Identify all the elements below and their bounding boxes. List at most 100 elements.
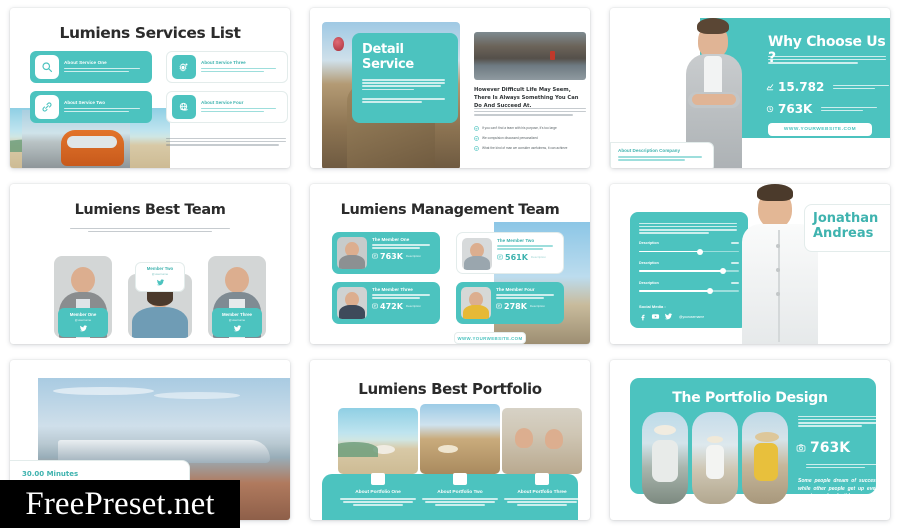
skill-label: Description bbox=[639, 240, 659, 245]
website-button[interactable]: WWW.YOURWEBSITE.COM bbox=[454, 332, 526, 344]
globe-icon bbox=[172, 95, 196, 119]
social-media-label: Social Media : bbox=[639, 304, 666, 310]
check-circle-icon bbox=[474, 136, 479, 141]
portfolio-item-two[interactable]: About Portfolio Two bbox=[420, 404, 500, 508]
portfolio-title: About Portfolio Three bbox=[517, 490, 567, 495]
slide-best-portfolio[interactable]: Lumiens Best Portfolio About Portfolio O… bbox=[310, 360, 590, 520]
lake-photo bbox=[474, 32, 586, 80]
profile-name-line2: Andreas bbox=[813, 225, 874, 241]
slide-cell-5: Lumiens Management Team The Member One 7… bbox=[300, 176, 600, 352]
website-button[interactable]: WWW.YOURWEBSITE.COM bbox=[768, 123, 872, 136]
gear-icon bbox=[172, 55, 196, 79]
avatar bbox=[461, 287, 491, 319]
slide-portfolio-design[interactable]: The Portfolio Design 763K Some people dr… bbox=[610, 360, 890, 520]
id-card-icon bbox=[497, 254, 503, 260]
service-card-three[interactable]: About Service Three bbox=[166, 51, 288, 83]
member-value: 561K bbox=[505, 252, 528, 262]
design-paragraph bbox=[798, 414, 880, 428]
slide-best-team[interactable]: Lumiens Best Team Member One @username M… bbox=[10, 184, 290, 344]
team-subtitle bbox=[70, 226, 230, 234]
check-circle-icon bbox=[474, 126, 479, 131]
stat-row-two: 763K bbox=[766, 102, 878, 116]
detail-bullet-list: If you can't find a team with his purpos… bbox=[474, 126, 588, 151]
panel-title: Detail Service bbox=[362, 42, 414, 72]
detail-paragraph bbox=[474, 106, 586, 117]
member-caption: Description bbox=[529, 304, 545, 309]
twitter-icon[interactable] bbox=[139, 278, 181, 287]
list-item[interactable]: We compulsion discussed personalized bbox=[474, 136, 588, 141]
watermark: FreePreset.net bbox=[0, 480, 240, 528]
design-stat-value: 763K bbox=[810, 440, 851, 456]
member-name: The Member One bbox=[372, 237, 410, 242]
team-member-one[interactable]: Member One @username bbox=[54, 256, 112, 338]
name-card: Jonathan Andreas bbox=[804, 204, 890, 252]
avatar bbox=[337, 287, 367, 319]
management-card-four[interactable]: The Member Four 278K Description bbox=[456, 282, 564, 324]
slide-why-choose-us[interactable]: Why Choose Us ? 15.782 bbox=[610, 8, 890, 168]
link-icon bbox=[35, 95, 59, 119]
skill-slider-one[interactable]: Description bbox=[639, 241, 739, 255]
slider-thumb[interactable] bbox=[707, 288, 713, 295]
management-card-two[interactable]: The Member Two 561K Description bbox=[456, 232, 564, 274]
twitter-icon[interactable] bbox=[215, 324, 259, 333]
youtube-icon[interactable] bbox=[651, 312, 660, 321]
balloon-icon bbox=[333, 36, 345, 51]
slide-services-list[interactable]: Lumiens Services List About Service One bbox=[10, 8, 290, 168]
camera-icon bbox=[796, 443, 806, 453]
service-card-title: About Service Four bbox=[201, 100, 244, 106]
red-tent-icon bbox=[550, 51, 556, 61]
list-item-label: We compulsion discussed personalized bbox=[482, 135, 538, 140]
notch bbox=[535, 473, 549, 485]
id-card-icon bbox=[496, 303, 502, 309]
list-item[interactable]: What the kind of man we consider usefuln… bbox=[474, 146, 588, 151]
member-value: 278K bbox=[504, 301, 527, 311]
member-name: The Member Four bbox=[496, 287, 535, 292]
slide-cell-1: Lumiens Services List About Service One bbox=[0, 0, 300, 176]
skill-slider-two[interactable]: Description bbox=[639, 261, 739, 275]
service-card-four[interactable]: About Service Four bbox=[166, 91, 288, 123]
stat-value: 763K bbox=[778, 102, 813, 116]
service-card-title: About Service Three bbox=[201, 60, 246, 66]
page-title: Lumiens Best Team bbox=[74, 202, 226, 218]
list-item[interactable]: If you can't find a team with his purpos… bbox=[474, 126, 588, 131]
member-name: Member One bbox=[69, 312, 97, 317]
member-badge: Member One @username bbox=[58, 308, 108, 337]
design-stat-row: 763K bbox=[796, 440, 850, 456]
id-card-icon bbox=[372, 253, 378, 259]
slide-profile[interactable]: Description Description Description Soci… bbox=[610, 184, 890, 344]
team-member-two[interactable]: Member Two @username bbox=[128, 262, 192, 338]
skill-label: Description bbox=[639, 280, 659, 285]
team-member-three[interactable]: Member Three @username bbox=[208, 256, 266, 338]
member-name: The Member Three bbox=[372, 287, 413, 292]
page-title: The Portfolio Design bbox=[672, 390, 828, 406]
member-handle: @username bbox=[74, 318, 92, 322]
management-card-three[interactable]: The Member Three 472K Description bbox=[332, 282, 440, 324]
management-card-one[interactable]: The Member One 763K Description bbox=[332, 232, 440, 274]
card-title: About Description Company bbox=[618, 148, 681, 153]
design-quote: Some people dream of success, while othe… bbox=[798, 478, 880, 499]
social-handle: @yourusername bbox=[679, 314, 705, 319]
stat-caption bbox=[833, 83, 890, 91]
about-description-card[interactable]: About Description Company bbox=[610, 142, 714, 168]
slide-detail-service[interactable]: Detail Service However Difficult Life Ma… bbox=[310, 8, 590, 168]
portfolio-item-three[interactable]: About Portfolio Three bbox=[502, 408, 582, 508]
member-caption: Description bbox=[405, 304, 421, 309]
skill-slider-three[interactable]: Description bbox=[639, 280, 739, 295]
slider-thumb[interactable] bbox=[697, 248, 703, 255]
slide-cell-2: Detail Service However Difficult Life Ma… bbox=[300, 0, 600, 176]
service-card-two[interactable]: About Service Two bbox=[30, 91, 152, 123]
twitter-icon[interactable] bbox=[61, 324, 105, 333]
twitter-icon[interactable] bbox=[664, 312, 673, 321]
service-card-one[interactable]: About Service One bbox=[30, 51, 152, 83]
portfolio-title: About Portfolio One bbox=[355, 490, 401, 495]
stat-row-one: 15.782 bbox=[766, 80, 890, 94]
slide-management-team[interactable]: Lumiens Management Team The Member One 7… bbox=[310, 184, 590, 344]
slider-thumb[interactable] bbox=[720, 268, 726, 275]
portfolio-item-one[interactable]: About Portfolio One bbox=[338, 408, 418, 508]
slide-deck-grid: Lumiens Services List About Service One bbox=[0, 0, 900, 528]
facebook-icon[interactable] bbox=[639, 313, 647, 321]
notch bbox=[453, 473, 467, 485]
member-caption: Description bbox=[530, 255, 546, 260]
clock-icon bbox=[766, 105, 774, 113]
member-name: Member Three bbox=[221, 312, 252, 317]
